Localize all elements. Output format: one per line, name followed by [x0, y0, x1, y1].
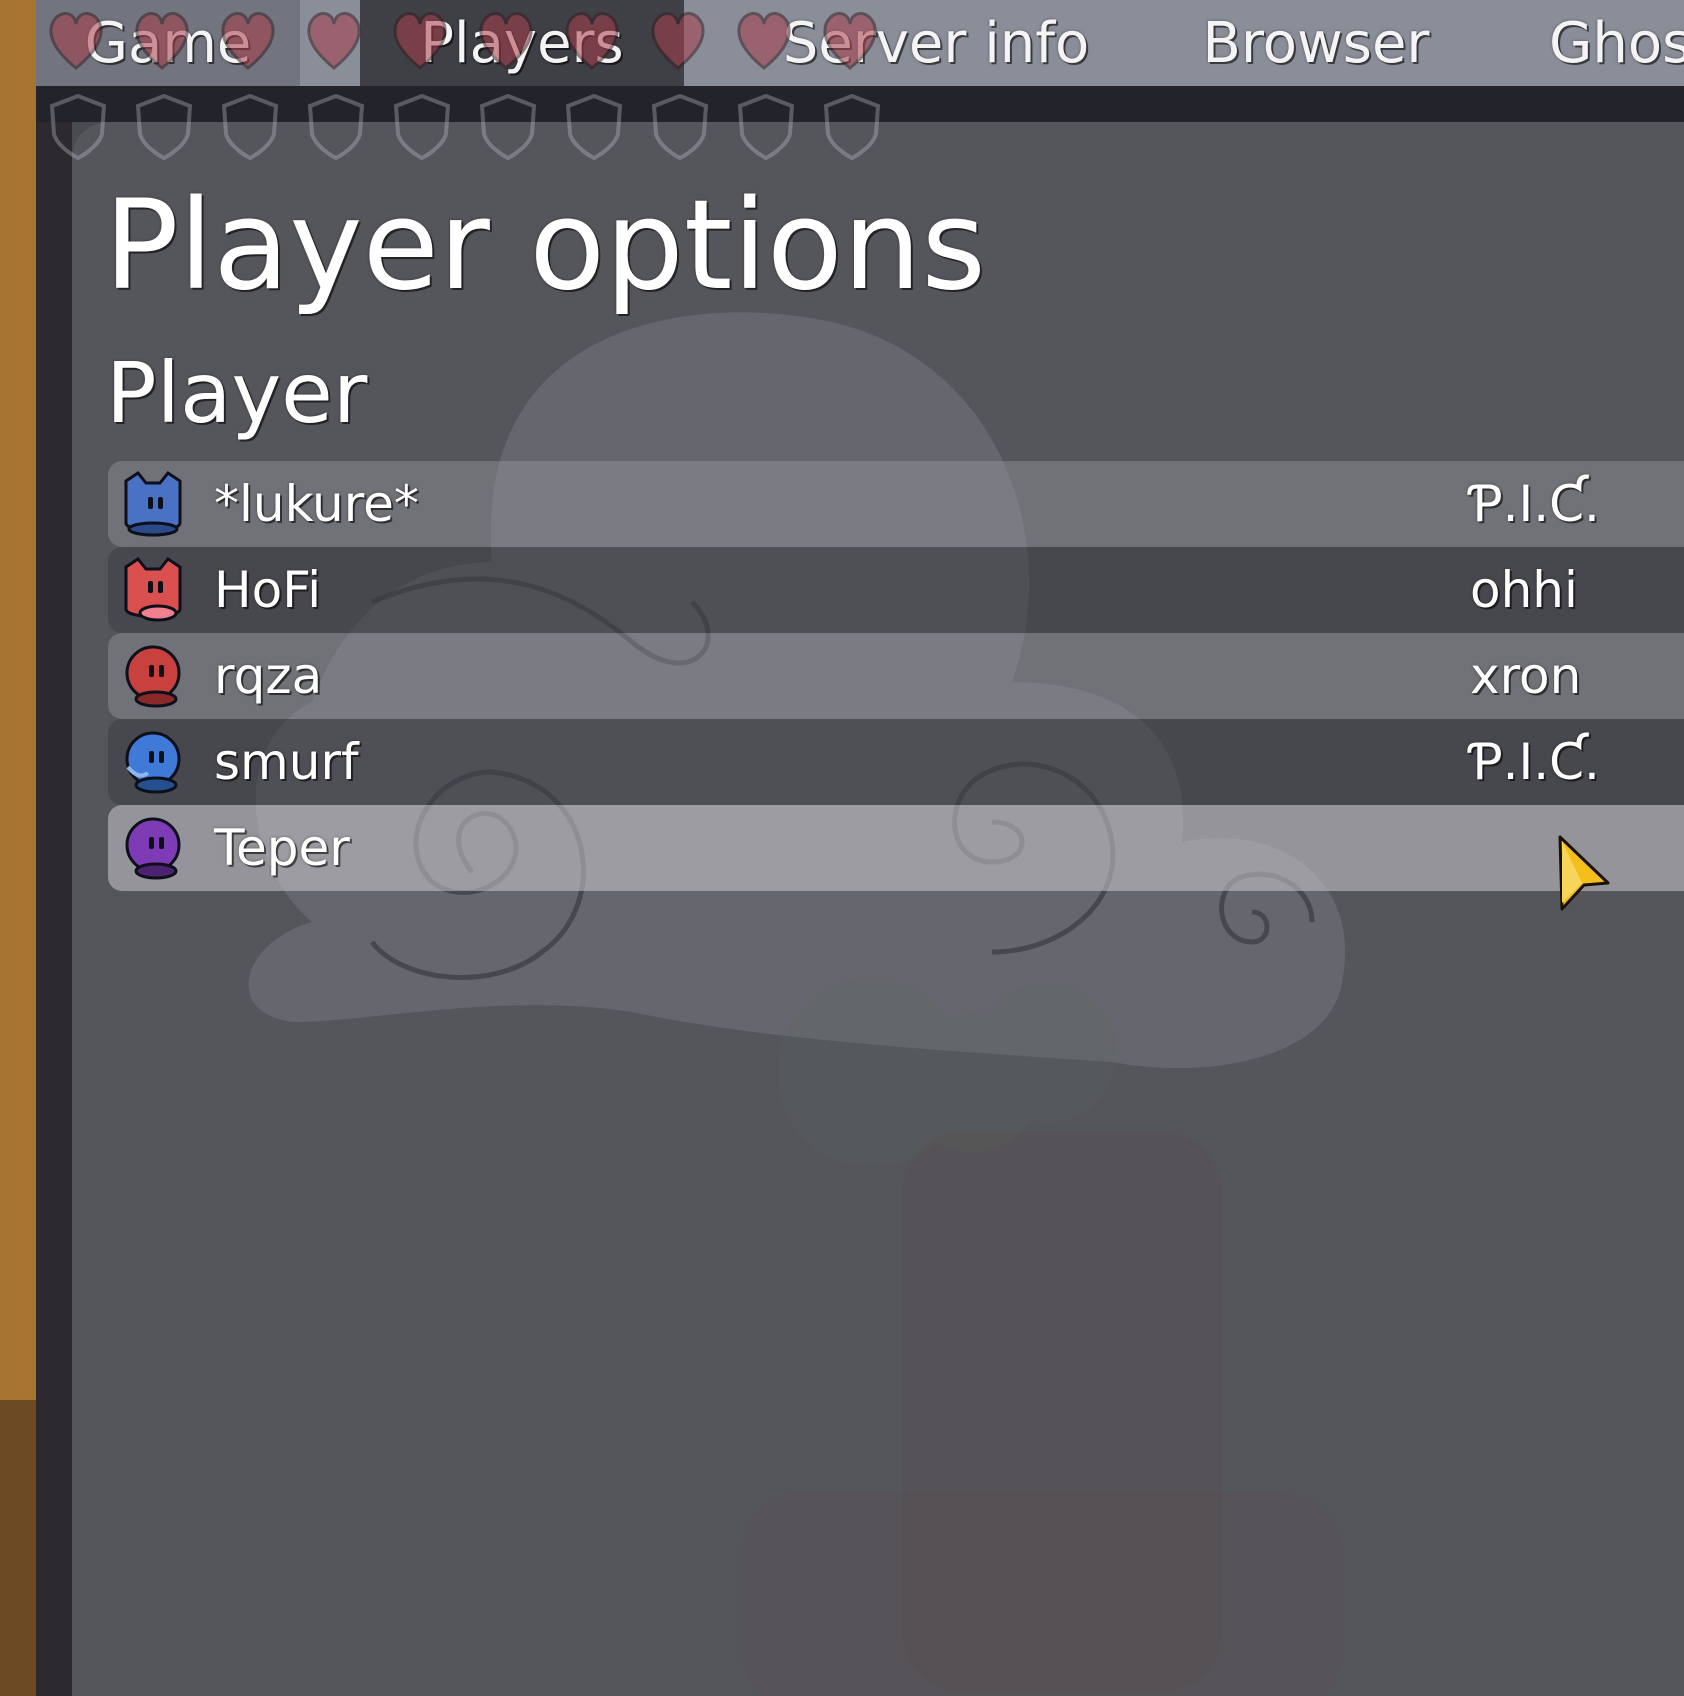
- page-title: Player options: [104, 174, 986, 318]
- shield-icon: [221, 93, 279, 161]
- heart-icon: [49, 12, 103, 70]
- shield-icon: [737, 93, 795, 161]
- shield-icon: [49, 93, 107, 161]
- tee-skin-icon: [125, 731, 181, 794]
- list-item[interactable]: smurf Ƥ.I.Ƈ.: [108, 719, 1684, 805]
- player-name: Teper: [214, 819, 350, 877]
- player-clan: Ƥ.I.Ƈ.: [1470, 733, 1600, 791]
- list-item[interactable]: rqza xron: [108, 633, 1684, 719]
- heart-icon: [221, 12, 275, 70]
- player-name: HoFi: [214, 561, 322, 619]
- shield-icon: [479, 93, 537, 161]
- player-clan: xron: [1470, 647, 1582, 705]
- shield-icon: [307, 93, 365, 161]
- shield-icon: [823, 93, 881, 161]
- tab-browser-label: Browser: [1202, 10, 1430, 76]
- shield-icon: [135, 93, 193, 161]
- heart-icon: [307, 12, 361, 70]
- tab-ghost-label: Ghost: [1549, 10, 1684, 76]
- hud-armor-row: [49, 93, 881, 161]
- tee-skin-icon: [124, 471, 182, 537]
- tee-skin-icon: [125, 645, 181, 708]
- player-clan: ohhi: [1470, 561, 1578, 619]
- list-item[interactable]: HoFi ohhi: [108, 547, 1684, 633]
- heart-icon: [479, 12, 533, 70]
- tab-browser[interactable]: Browser: [1166, 0, 1466, 86]
- list-item[interactable]: Teper: [108, 805, 1684, 891]
- player-name: rqza: [214, 647, 323, 705]
- tee-skin-icon: [124, 557, 182, 622]
- heart-icon: [135, 12, 189, 70]
- heart-icon: [565, 12, 619, 70]
- list-item[interactable]: *lukure* Ƥ.I.Ƈ.: [108, 461, 1684, 547]
- player-options-panel: Player options Player *lukure* Ƥ.I.Ƈ. Ho…: [72, 122, 1684, 1696]
- heart-icon: [651, 12, 705, 70]
- section-title: Player: [106, 344, 368, 442]
- heart-icon: [823, 12, 877, 70]
- player-clan: Ƥ.I.Ƈ.: [1470, 475, 1600, 533]
- hud-health-row: [49, 12, 877, 70]
- heart-icon: [393, 12, 447, 70]
- player-name: *lukure*: [214, 475, 419, 533]
- player-list: *lukure* Ƥ.I.Ƈ. HoFi ohhi rqza xron smur…: [108, 461, 1684, 891]
- tee-skin-icon: [125, 817, 181, 880]
- menu-frame: [36, 0, 72, 1696]
- shield-icon: [651, 93, 709, 161]
- heart-icon: [737, 12, 791, 70]
- shield-icon: [393, 93, 451, 161]
- game-world-left-edge: [0, 0, 36, 1696]
- player-name: smurf: [214, 733, 359, 791]
- tab-ghost[interactable]: Ghost: [1549, 0, 1684, 86]
- mouse-pointer-icon: [1558, 835, 1610, 911]
- shield-icon: [565, 93, 623, 161]
